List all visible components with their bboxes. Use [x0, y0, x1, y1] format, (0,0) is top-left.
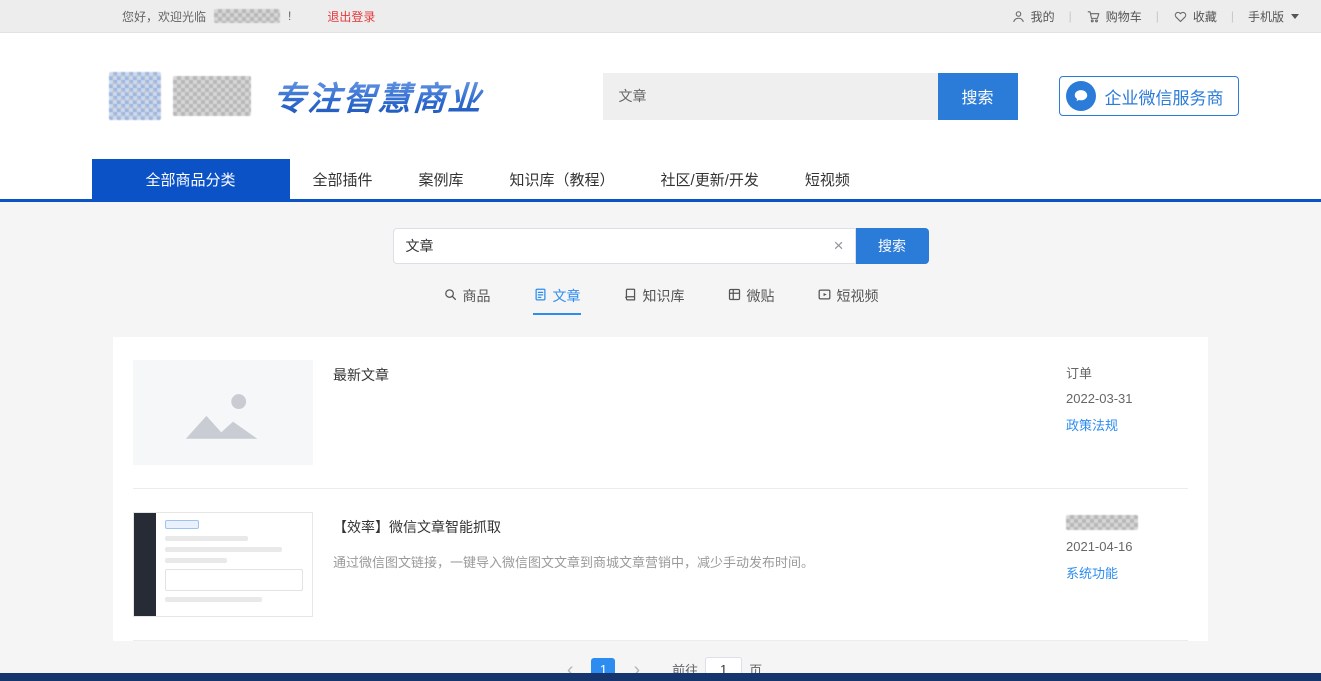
results-card: 最新文章 订单 2022-03-31 政策法规 — [113, 337, 1208, 641]
result-body: 【效率】微信文章智能抓取 通过微信图文链接，一键导入微信图文文章到商城文章营销中… — [333, 512, 1046, 617]
censored-category — [1066, 515, 1138, 530]
favorites-label: 收藏 — [1193, 8, 1217, 25]
result-title[interactable]: 【效率】微信文章智能抓取 — [333, 517, 1046, 537]
topbar-links: 我的 | 购物车 | 收藏 | 手机版 — [1011, 8, 1299, 25]
logout-link[interactable]: 退出登录 — [327, 8, 375, 25]
result-description: 通过微信图文链接，一键导入微信图文文章到商城文章营销中，减少手动发布时间。 — [333, 553, 1046, 573]
chevron-down-icon — [1291, 14, 1299, 19]
divider: | — [1231, 9, 1234, 23]
document-icon — [533, 287, 548, 305]
header-search: 搜索 — [603, 73, 1018, 120]
goto-label: 前往 — [672, 660, 698, 673]
mobile-version-menu[interactable]: 手机版 — [1248, 8, 1299, 25]
censored-logo-mark — [109, 72, 161, 120]
goto-page: 前往 页 — [672, 657, 762, 673]
cart-label: 购物车 — [1106, 8, 1142, 25]
result-row[interactable]: 【效率】微信文章智能抓取 通过微信图文链接，一键导入微信图文文章到商城文章营销中… — [133, 489, 1188, 641]
nav-short-video[interactable]: 短视频 — [782, 159, 873, 199]
page: 您好，欢迎光临 ! 退出登录 我的 | 购物车 | — [0, 0, 1321, 681]
divider: | — [1156, 9, 1159, 23]
result-category: 订单 — [1066, 363, 1188, 382]
greeting-text: 您好，欢迎光临 — [122, 8, 206, 25]
result-date: 2022-03-31 — [1066, 391, 1188, 406]
clear-search-icon[interactable]: × — [834, 228, 844, 264]
video-play-icon — [817, 287, 832, 305]
prev-page-icon[interactable]: ‹ — [559, 660, 582, 674]
tab-articles-label: 文章 — [553, 286, 581, 306]
next-page-icon[interactable]: › — [625, 660, 648, 674]
content-area: × 搜索 商品 文章 知识库 — [0, 202, 1321, 673]
result-thumbnail[interactable] — [133, 360, 313, 465]
current-page-button[interactable]: 1 — [591, 658, 615, 674]
image-placeholder-icon — [133, 360, 313, 465]
result-body: 最新文章 — [333, 360, 1046, 465]
greeting-suffix: ! — [288, 9, 291, 23]
result-thumbnail[interactable] — [133, 512, 313, 617]
nav-all-plugins[interactable]: 全部插件 — [290, 159, 396, 199]
footer-bar — [0, 673, 1321, 681]
favorites-link[interactable]: 收藏 — [1173, 8, 1217, 25]
tab-video-label: 短视频 — [837, 286, 879, 306]
tab-articles[interactable]: 文章 — [533, 286, 581, 315]
mobile-version-label: 手机版 — [1248, 8, 1284, 25]
censored-logo-text — [173, 76, 251, 116]
grid-icon — [727, 287, 742, 305]
my-account-link[interactable]: 我的 — [1011, 8, 1055, 25]
book-icon — [623, 287, 638, 305]
nav-community[interactable]: 社区/更新/开发 — [638, 159, 782, 199]
result-search-input[interactable] — [393, 228, 856, 264]
tab-video[interactable]: 短视频 — [817, 286, 879, 315]
user-icon — [1011, 9, 1026, 24]
header: 专注智慧商业 搜索 企业微信服务商 — [0, 33, 1321, 159]
result-search-button[interactable]: 搜索 — [856, 228, 929, 264]
wechat-chat-icon — [1066, 81, 1096, 111]
result-title[interactable]: 最新文章 — [333, 365, 1046, 385]
result-date: 2021-04-16 — [1066, 539, 1188, 554]
logo-slogan: 专注智慧商业 — [271, 72, 484, 120]
divider: | — [1069, 9, 1072, 23]
header-search-button[interactable]: 搜索 — [938, 73, 1018, 120]
screenshot-thumbnail — [133, 512, 313, 617]
goto-page-input[interactable] — [705, 657, 742, 673]
censored-username — [214, 9, 280, 23]
wechat-service-button[interactable]: 企业微信服务商 — [1059, 76, 1239, 116]
result-meta: 2021-04-16 系统功能 — [1066, 512, 1188, 617]
my-account-label: 我的 — [1031, 8, 1055, 25]
tab-products-label: 商品 — [463, 286, 491, 306]
nav-all-categories[interactable]: 全部商品分类 — [92, 159, 290, 199]
site-logo[interactable]: 专注智慧商业 — [109, 72, 483, 120]
tab-knowledge[interactable]: 知识库 — [623, 286, 685, 315]
topbar: 您好，欢迎光临 ! 退出登录 我的 | 购物车 | — [0, 0, 1321, 33]
page-unit-label: 页 — [749, 660, 762, 673]
result-type-tabs: 商品 文章 知识库 微贴 — [0, 286, 1321, 315]
topbar-greeting: 您好，欢迎光临 ! 退出登录 — [122, 8, 375, 25]
result-search: × 搜索 — [0, 228, 1321, 264]
cart-link[interactable]: 购物车 — [1086, 8, 1142, 25]
heart-icon — [1173, 9, 1188, 24]
result-row[interactable]: 最新文章 订单 2022-03-31 政策法规 — [133, 337, 1188, 489]
pagination: ‹ 1 › 前往 页 — [0, 657, 1321, 673]
tab-posts-label: 微贴 — [747, 286, 775, 306]
search-icon — [443, 287, 458, 305]
result-tag-link[interactable]: 政策法规 — [1066, 415, 1188, 434]
tab-products[interactable]: 商品 — [443, 286, 491, 315]
screenshot-content — [156, 513, 312, 616]
result-meta: 订单 2022-03-31 政策法规 — [1066, 360, 1188, 465]
result-tag-link[interactable]: 系统功能 — [1066, 563, 1188, 582]
wechat-service-label: 企业微信服务商 — [1105, 84, 1224, 109]
header-search-input[interactable] — [603, 73, 938, 120]
tab-posts[interactable]: 微贴 — [727, 286, 775, 315]
nav-knowledge-base[interactable]: 知识库（教程） — [487, 159, 638, 199]
screenshot-sidebar — [134, 513, 156, 616]
tab-knowledge-label: 知识库 — [643, 286, 685, 306]
cart-icon — [1086, 9, 1101, 24]
main-nav: 全部商品分类 全部插件 案例库 知识库（教程） 社区/更新/开发 短视频 — [0, 159, 1321, 202]
nav-case-library[interactable]: 案例库 — [396, 159, 487, 199]
